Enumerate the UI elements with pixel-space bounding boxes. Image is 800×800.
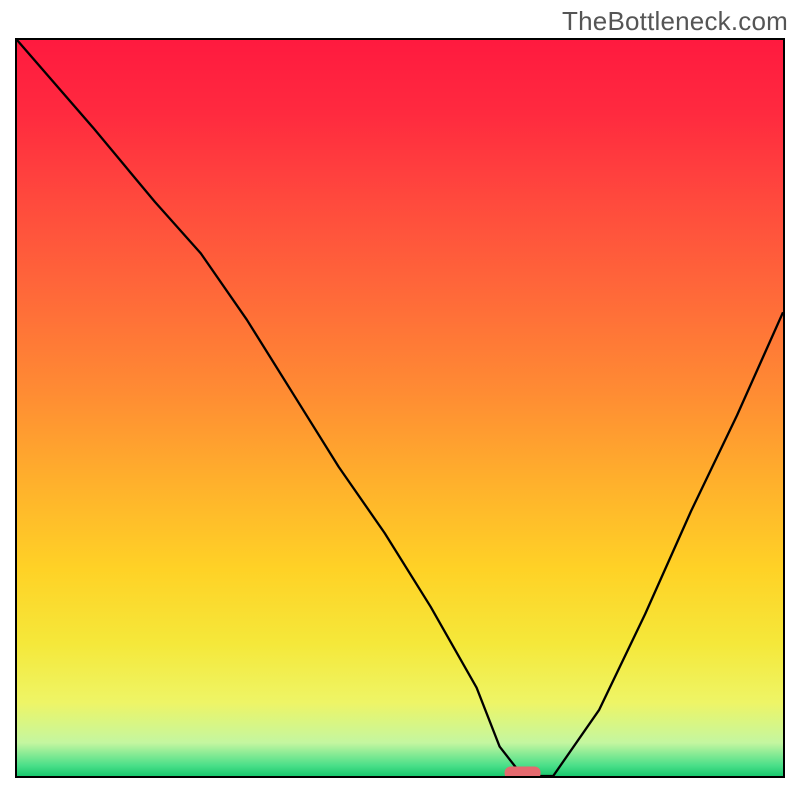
plot-area: [15, 38, 785, 778]
chart-container: TheBottleneck.com: [0, 0, 800, 800]
chart-svg: [17, 40, 783, 776]
watermark-text: TheBottleneck.com: [562, 6, 788, 37]
optimal-marker: [505, 767, 541, 777]
heatmap-background: [17, 40, 783, 776]
